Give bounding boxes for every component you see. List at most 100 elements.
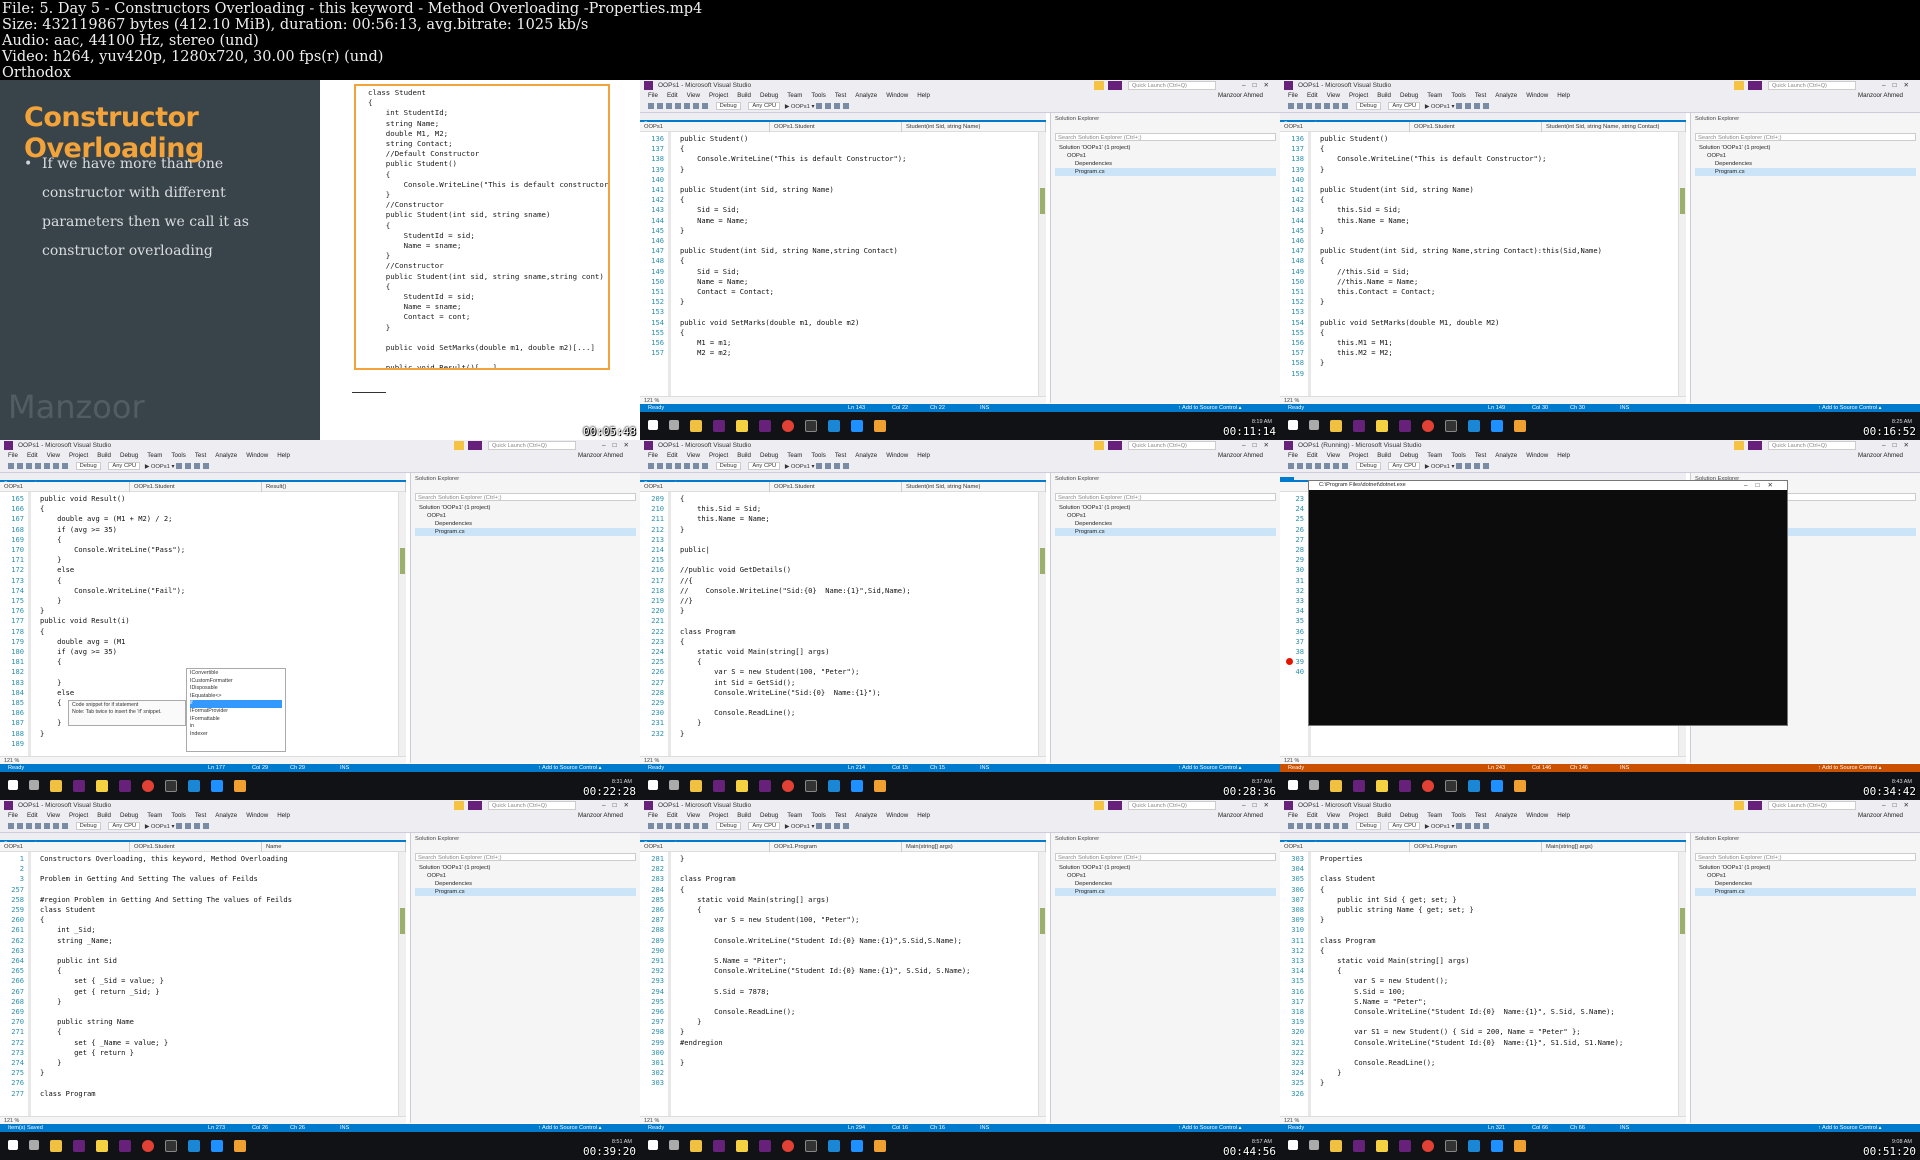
toolbar-icon[interactable] xyxy=(816,823,823,830)
undo-icon[interactable] xyxy=(693,823,699,830)
program-cs-node[interactable]: Program.cs xyxy=(1055,168,1276,176)
menu-help[interactable]: Help xyxy=(1557,812,1570,819)
start-debug-button[interactable]: ▶ OOPs1 ▾ xyxy=(145,464,175,470)
back-icon[interactable] xyxy=(648,463,654,470)
app-icon[interactable] xyxy=(851,780,863,792)
redo-icon[interactable] xyxy=(62,823,68,830)
project-dropdown[interactable]: OOPs1 xyxy=(0,842,130,852)
dependencies-node[interactable]: Dependencies xyxy=(1695,880,1916,888)
bookmark-icon[interactable] xyxy=(203,463,210,470)
window-controls[interactable]: –□✕ xyxy=(1242,440,1276,451)
bookmark-icon[interactable] xyxy=(843,103,850,110)
toolbar-icon[interactable] xyxy=(1456,463,1463,470)
code-editor[interactable]: 281 282 283 284 285 286 287 288 289 290 … xyxy=(640,852,1046,1116)
folder-icon[interactable] xyxy=(736,420,748,432)
app-icon[interactable] xyxy=(211,1140,223,1152)
breakpoint-icon[interactable] xyxy=(1286,658,1293,665)
undo-icon[interactable] xyxy=(1333,463,1339,470)
app-icon[interactable] xyxy=(828,780,840,792)
window-controls[interactable]: –□✕ xyxy=(1882,440,1916,451)
menu-file[interactable]: File xyxy=(8,812,18,819)
chrome-icon[interactable] xyxy=(142,780,154,792)
app-icon[interactable] xyxy=(828,420,840,432)
menu-test[interactable]: Test xyxy=(1475,812,1486,819)
intellisense-item[interactable]: IConvertible xyxy=(190,670,282,678)
folder-icon[interactable] xyxy=(96,780,108,792)
save-all-icon[interactable] xyxy=(1324,103,1330,110)
intellisense-item[interactable]: if xyxy=(190,700,282,708)
new-file-icon[interactable] xyxy=(1306,463,1312,470)
vertical-scrollbar[interactable] xyxy=(398,492,406,756)
solution-node[interactable]: Solution 'OOPs1' (1 project) xyxy=(415,504,636,512)
menu-edit[interactable]: Edit xyxy=(667,92,678,99)
menu-view[interactable]: View xyxy=(47,452,60,459)
intellisense-item[interactable]: IFormatProvider xyxy=(190,708,282,716)
toolbar-icon[interactable] xyxy=(816,103,823,110)
menu-window[interactable]: Window xyxy=(246,452,268,459)
new-file-icon[interactable] xyxy=(26,823,32,830)
new-file-icon[interactable] xyxy=(1306,103,1312,110)
menu-file[interactable]: File xyxy=(648,92,658,99)
menu-build[interactable]: Build xyxy=(97,812,111,819)
console-window[interactable]: C:\Program Files\dotnet\dotnet.exe –□✕ xyxy=(1308,480,1788,726)
menu-debug[interactable]: Debug xyxy=(1400,452,1418,459)
zoom-level[interactable]: 121 % xyxy=(640,396,1046,404)
notification-flag-icon[interactable] xyxy=(454,801,464,810)
bookmark-icon[interactable] xyxy=(1483,463,1490,470)
menu-file[interactable]: File xyxy=(1288,452,1298,459)
feedback-icon[interactable] xyxy=(1748,441,1762,450)
toolbar-icon[interactable] xyxy=(825,823,832,830)
menu-analyze[interactable]: Analyze xyxy=(855,452,877,459)
platform-dropdown[interactable]: Any CPU xyxy=(108,462,141,471)
app-icon[interactable] xyxy=(234,1140,246,1152)
toolbar-icon[interactable] xyxy=(1465,103,1472,110)
window-controls[interactable]: –□✕ xyxy=(1242,80,1276,91)
start-icon[interactable] xyxy=(1288,780,1298,790)
menu-debug[interactable]: Debug xyxy=(1400,812,1418,819)
code-text[interactable]: } class Program { static void Main(strin… xyxy=(680,852,1036,1116)
feedback-icon[interactable] xyxy=(468,441,482,450)
menu-view[interactable]: View xyxy=(687,812,700,819)
menu-analyze[interactable]: Analyze xyxy=(215,812,237,819)
menu-build[interactable]: Build xyxy=(737,92,751,99)
solution-node[interactable]: Solution 'OOPs1' (1 project) xyxy=(1055,864,1276,872)
forward-icon[interactable] xyxy=(17,463,23,470)
configuration-dropdown[interactable]: Debug xyxy=(715,822,741,831)
add-to-source-control[interactable]: ↑ Add to Source Control ▴ xyxy=(1178,764,1241,772)
code-text[interactable]: Constructors Overloading, this keyword, … xyxy=(40,852,396,1116)
app-icon[interactable] xyxy=(1491,1140,1503,1152)
quick-launch-input[interactable]: Quick Launch (Ctrl+Q) xyxy=(1128,81,1216,90)
visual-studio-icon[interactable] xyxy=(759,420,771,432)
zoom-level[interactable]: 121 % xyxy=(640,756,1046,764)
menu-window[interactable]: Window xyxy=(886,812,908,819)
menu-edit[interactable]: Edit xyxy=(1307,92,1318,99)
toolbar-icon[interactable] xyxy=(825,103,832,110)
project-dropdown[interactable]: OOPs1 xyxy=(0,482,130,492)
task-view-icon[interactable] xyxy=(1309,420,1319,430)
new-file-icon[interactable] xyxy=(666,823,672,830)
terminal-icon[interactable] xyxy=(165,1140,177,1152)
window-controls[interactable]: –□✕ xyxy=(1882,800,1916,811)
menu-analyze[interactable]: Analyze xyxy=(855,92,877,99)
chrome-icon[interactable] xyxy=(782,1140,794,1152)
save-all-icon[interactable] xyxy=(1324,823,1330,830)
chrome-icon[interactable] xyxy=(782,420,794,432)
window-controls[interactable]: –□✕ xyxy=(1882,80,1916,91)
back-icon[interactable] xyxy=(1288,463,1294,470)
scrollbar-thumb[interactable] xyxy=(1040,548,1045,574)
menu-view[interactable]: View xyxy=(47,812,60,819)
toolbar-icon[interactable] xyxy=(1474,103,1481,110)
save-icon[interactable] xyxy=(1315,463,1321,470)
start-icon[interactable] xyxy=(1288,1140,1298,1150)
toolbar-icon[interactable] xyxy=(185,823,192,830)
menu-analyze[interactable]: Analyze xyxy=(1495,92,1517,99)
menu-file[interactable]: File xyxy=(648,452,658,459)
menu-test[interactable]: Test xyxy=(835,812,846,819)
notification-flag-icon[interactable] xyxy=(1094,441,1104,450)
scrollbar-thumb[interactable] xyxy=(1680,188,1685,214)
program-cs-node[interactable]: Program.cs xyxy=(1695,888,1916,896)
platform-dropdown[interactable]: Any CPU xyxy=(1388,822,1421,831)
menu-help[interactable]: Help xyxy=(917,92,930,99)
bookmark-icon[interactable] xyxy=(203,823,210,830)
forward-icon[interactable] xyxy=(657,103,663,110)
